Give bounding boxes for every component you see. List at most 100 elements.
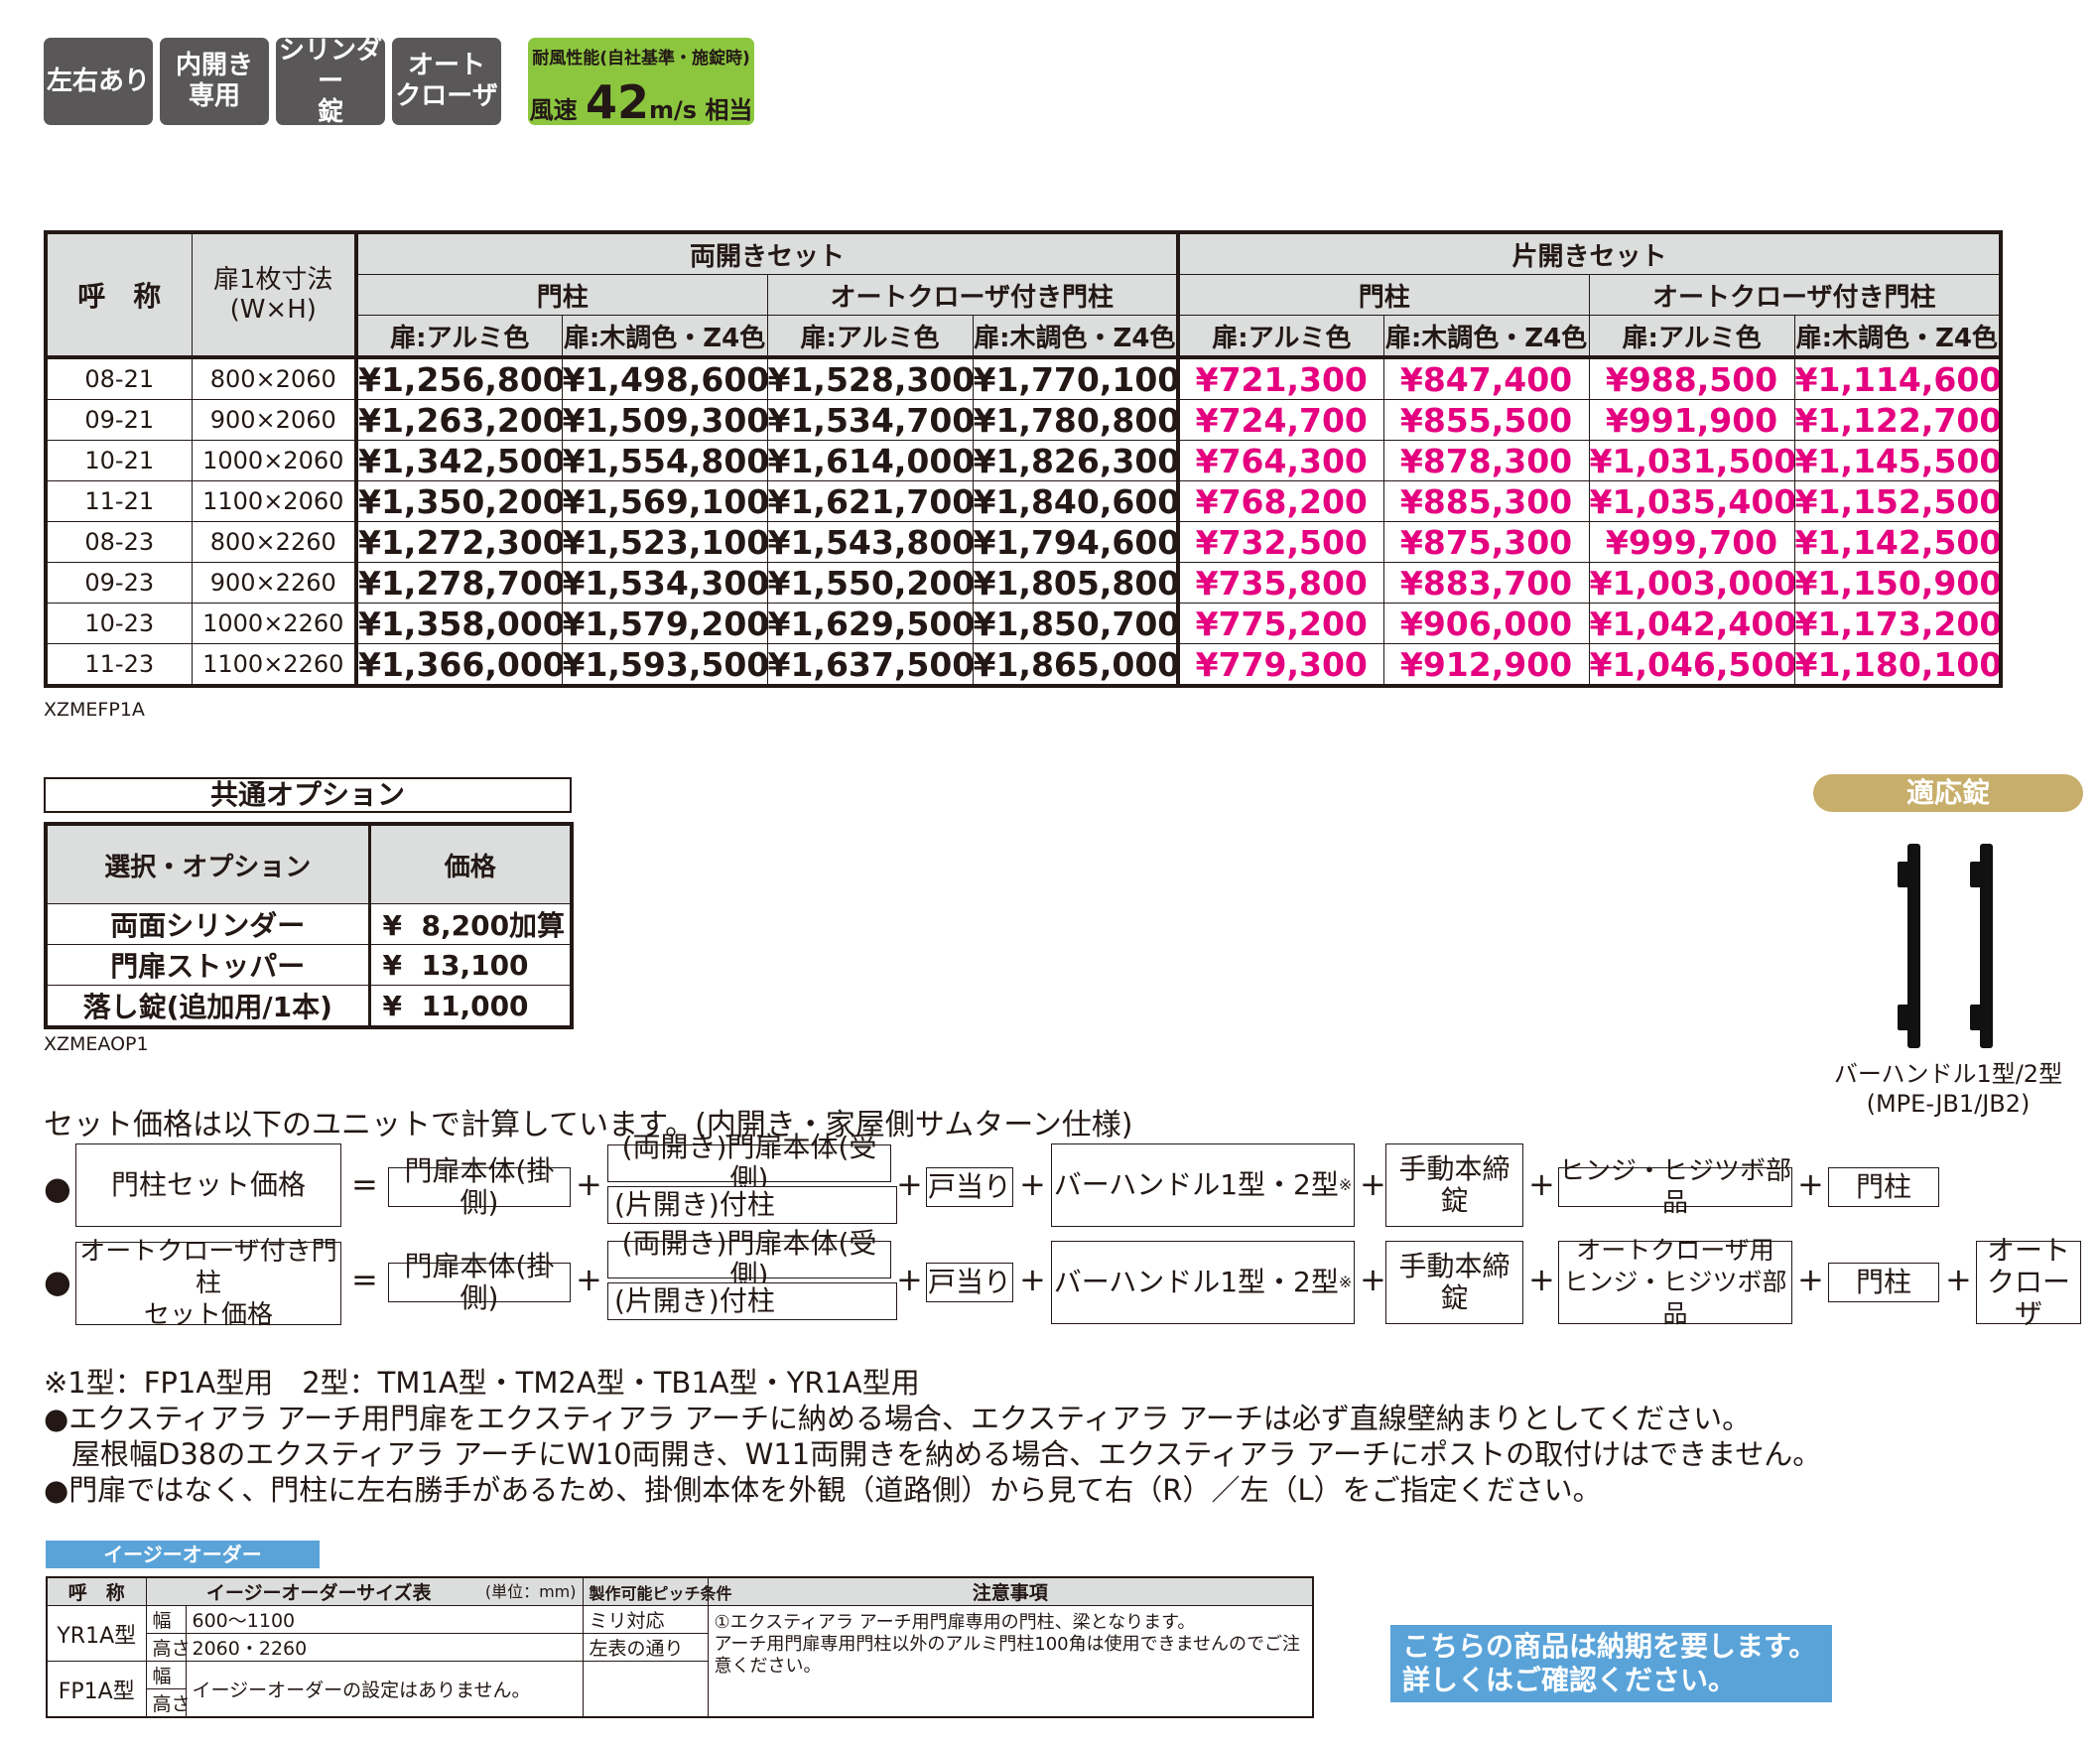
badge-auto-closer: オート クローザ bbox=[392, 38, 501, 125]
header-wood: 扉:木調色・Z4色 bbox=[561, 315, 768, 359]
f1-handle-box: バーハンドル1型・2型 ※ bbox=[1051, 1143, 1355, 1227]
row-name: 09-21 bbox=[45, 399, 193, 441]
f2-closer-box: オート クローザ bbox=[1976, 1235, 2081, 1330]
price-cell: ¥1,342,500 bbox=[355, 440, 563, 481]
option-row: 門扉ストッパー ¥ 13,100 bbox=[45, 944, 573, 986]
eo-header-size: イージーオーダーサイズ表 (単位：mm) bbox=[145, 1576, 584, 1606]
badge-cylinder-lock: シリンダー 錠 bbox=[276, 36, 385, 127]
f2-label-box: オートクローザ付き門柱 セット価格 bbox=[75, 1237, 341, 1330]
price-row: 09-23 900×2260 ¥1,278,700 ¥1,534,300 ¥1,550,… bbox=[45, 562, 2002, 604]
options-title: 共通オプション bbox=[44, 777, 572, 813]
row-name: 08-23 bbox=[45, 521, 193, 563]
badge-inward-only: 内開き 専用 bbox=[160, 38, 269, 125]
header-double-post: 門柱 bbox=[355, 274, 768, 316]
price-table-code: XZMEFP1A bbox=[44, 699, 145, 721]
plus-sign: + bbox=[1019, 1165, 1046, 1203]
price-cell: ¥1,614,000 bbox=[766, 440, 974, 481]
plus-sign: + bbox=[1797, 1165, 1824, 1203]
eo-yr-width: 600～1100 bbox=[185, 1605, 584, 1634]
price-cell: ¥1,180,100 bbox=[1793, 643, 2002, 687]
lock-title: 適応錠 bbox=[1813, 774, 2083, 812]
delivery-notice: こちらの商品は納期を要します。 詳しくはご確認ください。 bbox=[1390, 1625, 1832, 1702]
header-name: 呼 称 bbox=[45, 231, 193, 359]
row-name: 11-23 bbox=[45, 643, 193, 687]
f2-handle-box: バーハンドル1型・2型 ※ bbox=[1051, 1241, 1355, 1324]
eo-height-label: 高さ bbox=[145, 1688, 191, 1718]
price-cell: ¥1,035,400 bbox=[1588, 480, 1795, 522]
price-cell: ¥1,256,800 bbox=[355, 356, 563, 400]
eo-width-label: 幅 bbox=[145, 1605, 187, 1634]
option-price: ¥ 13,100 bbox=[367, 944, 573, 986]
eo-header-note: 注意事項 bbox=[707, 1576, 1314, 1606]
row-name: 11-21 bbox=[45, 480, 193, 522]
f2-post-box: 門柱 bbox=[1828, 1263, 1939, 1302]
price-cell: ¥779,300 bbox=[1176, 643, 1384, 687]
price-row: 10-23 1000×2260 ¥1,358,000 ¥1,579,200 ¥1,629… bbox=[45, 603, 2002, 644]
eo-height-label: 高さ bbox=[145, 1633, 191, 1662]
price-cell: ¥1,263,200 bbox=[355, 399, 563, 441]
row-size: 800×2060 bbox=[191, 356, 358, 400]
price-cell: ¥1,358,000 bbox=[355, 603, 563, 644]
option-name: 落し錠(追加用/1本) bbox=[45, 985, 370, 1028]
price-cell: ¥847,400 bbox=[1382, 356, 1590, 400]
price-cell: ¥906,000 bbox=[1382, 603, 1590, 644]
plus-sign: + bbox=[1360, 1261, 1386, 1298]
header-single-post: 門柱 bbox=[1176, 274, 1590, 316]
option-price: ¥ 8,200加算 bbox=[367, 903, 573, 945]
f2-manual-lock-box: 手動本締錠 bbox=[1385, 1241, 1523, 1324]
plus-sign: + bbox=[1528, 1261, 1555, 1298]
price-cell: ¥1,550,200 bbox=[766, 562, 974, 604]
price-cell: ¥1,272,300 bbox=[355, 521, 563, 563]
note-4: ●門扉ではなく、門柱に左右勝手があるため、掛側本体を外観（道路側）から見て右（R… bbox=[44, 1473, 1602, 1507]
header-size: 扉1枚寸法 (W×H) bbox=[191, 231, 358, 359]
price-cell: ¥1,523,100 bbox=[561, 521, 768, 563]
easy-order-title: イージーオーダー bbox=[46, 1541, 320, 1568]
plus-sign: + bbox=[576, 1261, 602, 1298]
price-cell: ¥1,031,500 bbox=[1588, 440, 1795, 481]
price-cell: ¥1,805,800 bbox=[972, 562, 1179, 604]
row-size: 1100×2060 bbox=[191, 480, 358, 522]
price-cell: ¥1,350,200 bbox=[355, 480, 563, 522]
price-cell: ¥1,850,700 bbox=[972, 603, 1179, 644]
option-row: 両面シリンダー ¥ 8,200加算 bbox=[45, 903, 573, 945]
header-wood: 扉:木調色・Z4色 bbox=[972, 315, 1179, 359]
header-wood: 扉:木調色・Z4色 bbox=[1793, 315, 2002, 359]
f1-stopper-box: 戸当り bbox=[926, 1167, 1013, 1207]
price-cell: ¥885,300 bbox=[1382, 480, 1590, 522]
price-cell: ¥1,840,600 bbox=[972, 480, 1179, 522]
price-row: 08-21 800×2060 ¥1,256,800 ¥1,498,600 ¥1,528,… bbox=[45, 356, 2002, 400]
row-size: 900×2260 bbox=[191, 562, 358, 604]
row-size: 900×2060 bbox=[191, 399, 358, 441]
plus-sign: + bbox=[896, 1165, 923, 1203]
price-cell: ¥988,500 bbox=[1588, 356, 1795, 400]
equals-sign: = bbox=[351, 1261, 378, 1298]
price-cell: ¥1,780,800 bbox=[972, 399, 1179, 441]
plus-sign: + bbox=[1797, 1261, 1824, 1298]
options-code: XZMEAOP1 bbox=[44, 1033, 149, 1055]
eo-yr-pitch-2: 左表の通り bbox=[582, 1633, 709, 1662]
price-cell: ¥1,366,000 bbox=[355, 643, 563, 687]
row-name: 10-21 bbox=[45, 440, 193, 481]
price-cell: ¥1,865,000 bbox=[972, 643, 1179, 687]
price-cell: ¥735,800 bbox=[1176, 562, 1384, 604]
bullet: ● bbox=[44, 1169, 71, 1207]
row-size: 1000×2060 bbox=[191, 440, 358, 481]
option-row: 落し錠(追加用/1本) ¥ 11,000 bbox=[45, 985, 573, 1028]
f2-gate-body-box: 門扉本体(掛側) bbox=[388, 1251, 571, 1314]
f2-post-sub-box: (片開き)付柱 bbox=[607, 1282, 897, 1320]
price-cell: ¥883,700 bbox=[1382, 562, 1590, 604]
plus-sign: + bbox=[576, 1165, 602, 1203]
eo-yr-height: 2060・2260 bbox=[185, 1633, 584, 1662]
price-cell: ¥875,300 bbox=[1382, 521, 1590, 563]
price-cell: ¥1,770,100 bbox=[972, 356, 1179, 400]
f1-gate-body-box: 門扉本体(掛側) bbox=[388, 1155, 571, 1219]
price-cell: ¥1,621,700 bbox=[766, 480, 974, 522]
header-alu: 扉:アルミ色 bbox=[355, 315, 563, 359]
row-name: 08-21 bbox=[45, 356, 193, 400]
price-cell: ¥1,152,500 bbox=[1793, 480, 2002, 522]
header-single-set: 片開きセット bbox=[1176, 231, 2002, 275]
equals-sign: = bbox=[351, 1165, 378, 1203]
formula-description: セット価格は以下のユニットで計算しています。(内開き・家屋側サムターン仕様) bbox=[44, 1108, 1133, 1142]
price-cell: ¥1,543,800 bbox=[766, 521, 974, 563]
f1-post-sub-box: (片開き)付柱 bbox=[607, 1186, 897, 1224]
